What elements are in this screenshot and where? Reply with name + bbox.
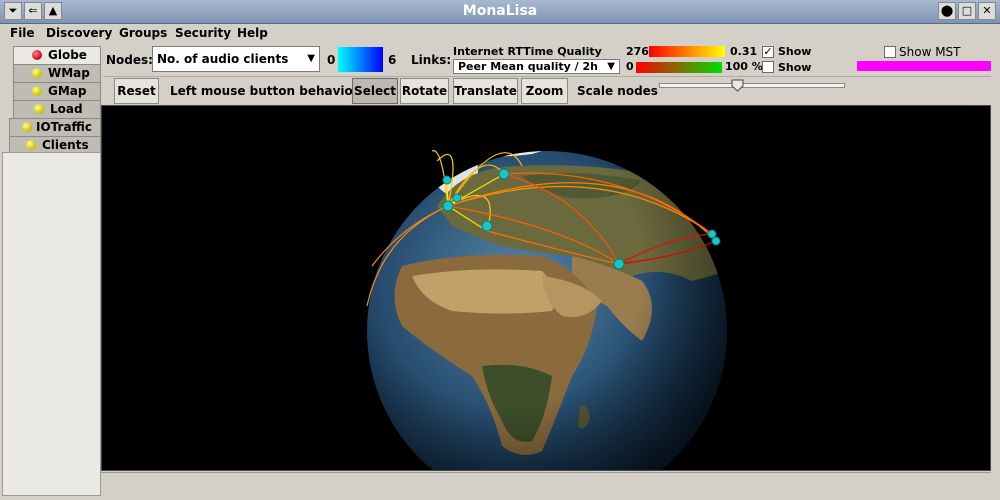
tab-label: WMap (48, 66, 90, 80)
links-label: Links: (411, 53, 452, 67)
menu-file[interactable]: File (10, 26, 35, 40)
rotate-button[interactable]: Rotate (400, 78, 449, 104)
mst-color-swatch (857, 61, 991, 71)
node[interactable] (613, 258, 625, 270)
yellow-ball-icon (32, 68, 42, 78)
links-row1-show-checkbox[interactable]: ✓ (762, 46, 774, 58)
right-edge (991, 44, 1000, 500)
links-row1-min: 276 (626, 45, 649, 58)
maximize-icon[interactable]: □ (958, 2, 976, 20)
globe-shading (367, 151, 727, 500)
menu-security[interactable]: Security (175, 26, 231, 40)
tab-label: GMap (48, 84, 87, 98)
tab-label: Globe (48, 48, 87, 62)
globe-svg (366, 150, 727, 500)
view-tabs: Globe WMap GMap Load IOTraffic Clients (9, 46, 101, 154)
show-mst-checkbox[interactable] (884, 46, 896, 58)
scale-nodes-label: Scale nodes (577, 84, 658, 98)
node[interactable] (442, 200, 454, 212)
reset-button[interactable]: Reset (114, 78, 159, 104)
nodes-min: 0 (327, 53, 336, 67)
menu-bar: File Discovery Groups Security Help (0, 24, 1000, 44)
yellow-ball-icon (26, 140, 36, 150)
links-row2-max: 100 % (725, 60, 763, 73)
menu-groups[interactable]: Groups (119, 26, 167, 40)
menu-help[interactable]: Help (237, 26, 268, 40)
yellow-ball-icon (22, 122, 32, 132)
tab-load[interactable]: Load (13, 100, 101, 118)
tab-label: Load (50, 102, 83, 116)
node[interactable] (481, 220, 493, 232)
nodes-color-scale (338, 47, 383, 72)
tab-gmap[interactable]: GMap (13, 82, 101, 100)
title-bar: ⏷ ⇐ ▲ MonaLisa ⬤ □ ✕ (0, 0, 1000, 24)
tab-iotraffic[interactable]: IOTraffic (9, 118, 101, 136)
red-ball-icon (32, 50, 42, 60)
nodes-select-value: No. of audio clients (157, 52, 289, 66)
tab-label: IOTraffic (36, 120, 93, 134)
scale-slider-track[interactable] (659, 83, 845, 88)
node[interactable] (442, 175, 452, 185)
minimize-icon[interactable]: ⬤ (938, 2, 956, 20)
select-button[interactable]: Select (352, 78, 398, 104)
yellow-ball-icon (32, 86, 42, 96)
links-row2-show-label: Show (778, 61, 812, 74)
nodes-select[interactable]: No. of audio clients ▼ (152, 46, 320, 72)
links-quality-select-value: Peer Mean quality / 2h (458, 60, 598, 73)
zoom-button[interactable]: Zoom (521, 78, 568, 104)
links-row2-scale (636, 62, 722, 73)
node[interactable] (498, 168, 510, 180)
node[interactable] (711, 236, 721, 246)
left-pane (2, 152, 101, 496)
chevron-down-icon: ▼ (607, 61, 615, 72)
show-mst-label: Show MST (899, 45, 961, 59)
window-title: MonaLisa (462, 3, 538, 19)
links-row1-scale (649, 46, 725, 57)
links-row1-show-label: Show (778, 45, 812, 58)
nodes-label: Nodes: (106, 53, 153, 67)
menu-discovery[interactable]: Discovery (46, 26, 112, 40)
chevron-down-icon: ▼ (307, 53, 315, 64)
links-row2-min: 0 (626, 60, 634, 73)
yellow-ball-icon (34, 104, 44, 114)
tab-globe[interactable]: Globe (13, 46, 101, 64)
tab-wmap[interactable]: WMap (13, 64, 101, 82)
nodes-max: 6 (388, 53, 397, 67)
links-row2-show-checkbox[interactable] (762, 61, 774, 73)
node[interactable] (452, 193, 462, 203)
links-quality-select[interactable]: Peer Mean quality / 2h ▼ (453, 59, 620, 74)
scale-slider-thumb[interactable] (731, 79, 744, 92)
links-metric-title: Internet RTTime Quality (453, 45, 602, 58)
behavior-label: Left mouse button behavior: (170, 84, 364, 98)
globe-view[interactable] (101, 105, 991, 500)
links-row1-max: 0.31 (730, 45, 758, 58)
close-icon[interactable]: ✕ (978, 2, 996, 20)
translate-button[interactable]: Translate (453, 78, 518, 104)
status-bar (101, 472, 991, 496)
